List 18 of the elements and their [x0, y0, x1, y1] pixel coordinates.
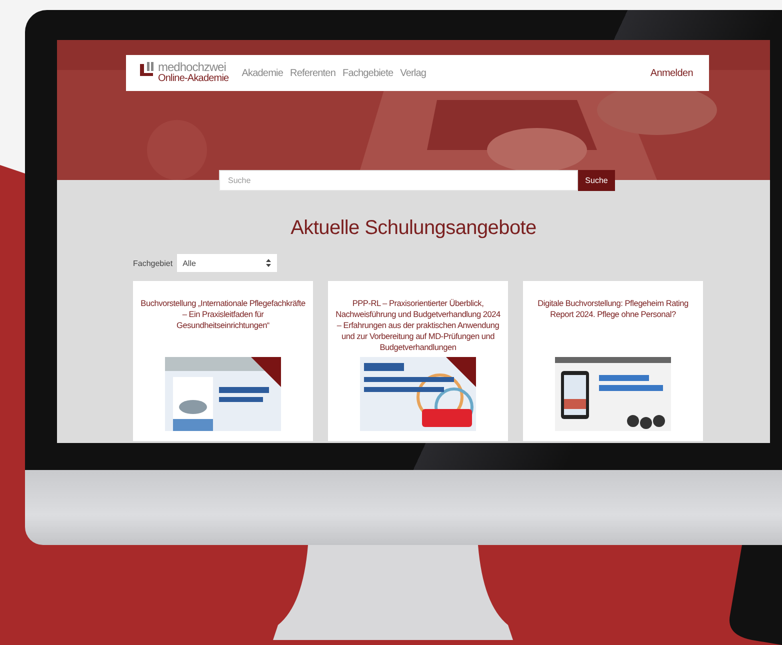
section-heading: Aktuelle Schulungsangebote	[290, 217, 538, 240]
logo-text: medhochzwei	[158, 62, 226, 73]
nav-link[interactable]: Referenten	[290, 68, 336, 78]
course-title: Digitale Buchvorstellung: Pflegeheim Rating Report 2024. Pflege ohne Personal?	[536, 298, 690, 321]
course-card[interactable]: PPP-RL – Praxisorientierter Überblick, Nachweisführung und Budgetverhandlung 2024 – Erfahrungen aus der praktischen Anwendung und zur Vorbereitung auf MD-Prüfungen und Budgetverhandlungen	[328, 281, 508, 441]
logo-subtitle: Online-Akademie	[158, 73, 229, 84]
nav-link[interactable]: Fachgebiete	[342, 68, 394, 78]
course-title: PPP-RL – Praxisorientierter Überblick, Nachweisführung und Budgetverhandlung 2024 – Erfahrungen aus der praktischen Anwendung und zur Vorbereitung auf MD-Prüfungen und Budgetverhandlungen	[334, 298, 502, 354]
nav-link[interactable]: Akademie	[242, 68, 283, 78]
course-card[interactable]: Digitale Buchvorstellung: Pflegeheim Rating Report 2024. Pflege ohne Personal?	[523, 281, 703, 441]
course-title: Buchvorstellung „Internationale Pflegefachkräfte – Ein Praxisleitfaden für Gesundheitseinrichtungen“	[140, 298, 306, 332]
filter-label: Fachgebiet	[133, 258, 173, 268]
topic-select[interactable]: Alle	[176, 254, 277, 272]
course-card[interactable]: Buchvorstellung „Internationale Pflegefachkräfte – Ein Praxisleitfaden für Gesundheitseinrichtungen“	[133, 281, 313, 441]
search-field[interactable]: Suche	[219, 170, 578, 191]
login-link[interactable]: Anmelden	[650, 68, 693, 78]
search-button[interactable]: Suche	[578, 170, 615, 191]
nav-link[interactable]: Verlag	[400, 68, 426, 78]
